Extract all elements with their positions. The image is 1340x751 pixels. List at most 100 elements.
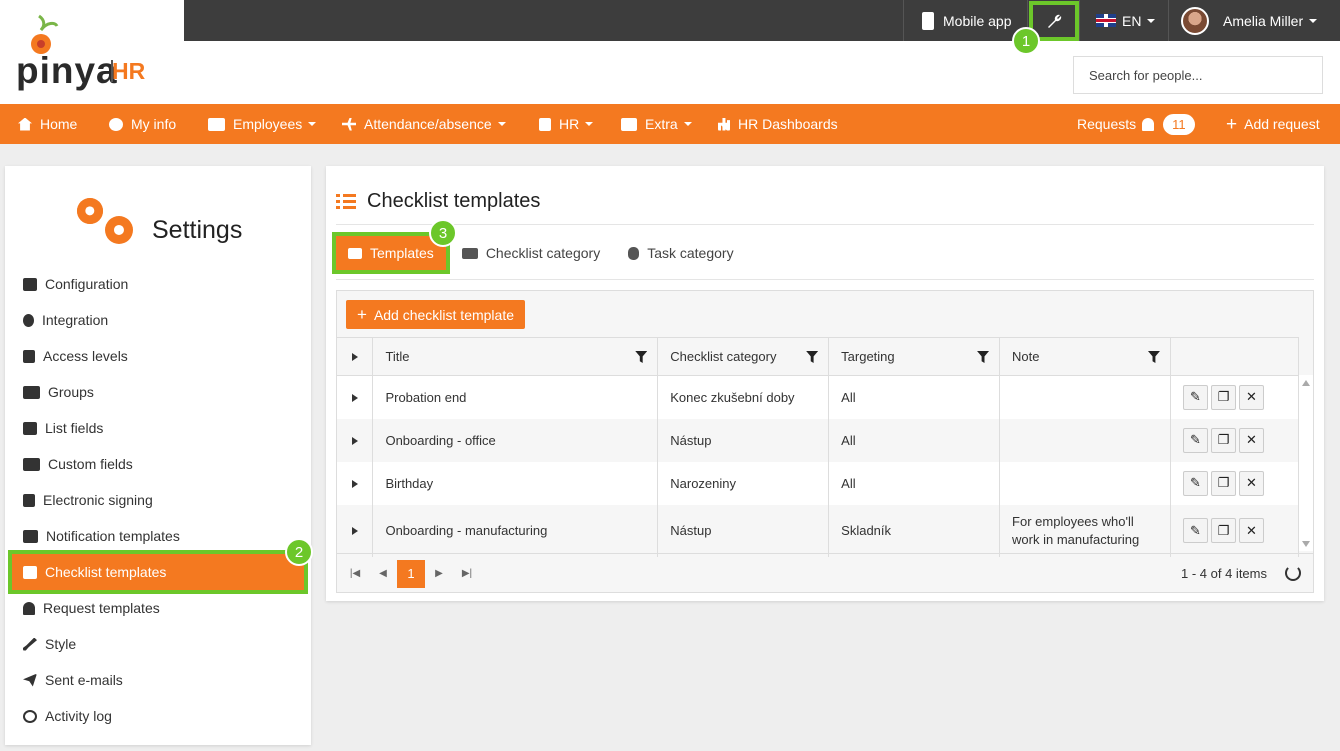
nav-extra[interactable]: Extra (621, 104, 692, 144)
delete-x-icon[interactable]: ✕ (1238, 427, 1264, 453)
sidebar-item-integration[interactable]: Integration (5, 302, 311, 338)
caret-right-icon (351, 436, 358, 445)
logo-brand: pinya (16, 50, 118, 91)
last-page-icon[interactable]: ▶| (453, 560, 481, 588)
cell-targeting: All (828, 461, 1001, 505)
row-expand-toggle[interactable] (337, 375, 374, 419)
edit-pencil-icon[interactable]: ✎ (1182, 384, 1208, 410)
edit-pencil-icon[interactable]: ✎ (1182, 470, 1208, 496)
column-header-actions (1170, 337, 1300, 376)
pinya-hr-logo[interactable]: pinya HR (15, 14, 175, 91)
next-page-icon[interactable]: ▶ (425, 560, 453, 588)
table-row: Probation end Konec zkušební doby All ✎ ❐… (337, 375, 1300, 419)
language-label: EN (1122, 12, 1142, 29)
edit-pencil-icon[interactable]: ✎ (1182, 518, 1208, 543)
column-label: Checklist category (670, 349, 777, 364)
column-header-title[interactable]: Title (372, 337, 659, 376)
callout-1: 1 (1012, 27, 1040, 55)
cell-targeting: All (828, 418, 1001, 462)
nav-hr-dashboards[interactable]: HR Dashboards (718, 104, 838, 144)
sign-icon (23, 493, 35, 507)
filter-icon[interactable] (806, 351, 819, 363)
mobile-app-link[interactable]: Mobile app (903, 0, 1027, 41)
cell-category: Narozeniny (657, 461, 830, 505)
sidebar-item-checklist-templates[interactable]: Checklist templates (8, 550, 308, 594)
cell-category: Nástup (657, 504, 830, 557)
row-expand-toggle[interactable] (337, 418, 374, 462)
cell-targeting: All (828, 375, 1001, 419)
sidebar-item-label: Configuration (45, 276, 129, 292)
tab-task-category[interactable]: Task category (616, 236, 745, 270)
nav-attendance[interactable]: Attendance/absence (342, 104, 506, 144)
page-title: Checklist templates (336, 190, 540, 213)
copy-icon[interactable]: ❐ (1210, 470, 1236, 496)
envelope-icon (23, 529, 38, 543)
row-expand-toggle[interactable] (337, 461, 374, 505)
uk-flag-icon (1096, 14, 1116, 27)
tab-checklist-category[interactable]: Checklist category (450, 236, 612, 270)
sidebar-item-groups[interactable]: Groups (5, 374, 311, 410)
sidebar-item-label: Groups (48, 384, 94, 400)
tab-templates[interactable]: Templates (332, 232, 450, 274)
add-checklist-template-button[interactable]: + Add checklist template (346, 300, 526, 329)
share-icon (23, 313, 34, 327)
chevron-down-icon (497, 122, 506, 126)
delete-x-icon[interactable]: ✕ (1238, 518, 1264, 543)
filter-icon[interactable] (1147, 351, 1160, 363)
mobile-phone-icon (922, 11, 934, 30)
delete-x-icon[interactable]: ✕ (1238, 470, 1264, 496)
sidebar-item-label: Integration (42, 312, 109, 328)
sidebar-item-sent-emails[interactable]: Sent e-mails (5, 662, 311, 698)
nav-my-info[interactable]: My info (109, 104, 176, 144)
scroll-down-arrow-icon[interactable] (1302, 541, 1310, 547)
nav-requests[interactable]: Requests 11 (1077, 104, 1195, 144)
user-menu[interactable]: Amelia Miller (1168, 0, 1340, 41)
filter-icon[interactable] (635, 351, 648, 363)
chevron-down-icon (308, 122, 317, 126)
sidebar-item-request-templates[interactable]: Request templates (5, 590, 311, 626)
grid-scrollbar[interactable] (1299, 375, 1313, 551)
page-number-current[interactable]: 1 (397, 559, 425, 588)
sidebar-item-style[interactable]: Style (5, 626, 311, 662)
column-header-note[interactable]: Note (999, 337, 1171, 376)
copy-icon[interactable]: ❐ (1210, 518, 1236, 543)
refresh-icon[interactable] (1285, 565, 1301, 581)
delete-x-icon[interactable]: ✕ (1238, 384, 1264, 410)
language-selector[interactable]: EN (1079, 0, 1169, 41)
column-header-checklist-category[interactable]: Checklist category (657, 337, 830, 376)
first-page-icon[interactable]: |◀ (341, 560, 369, 588)
chevron-down-icon (585, 122, 594, 126)
column-label: Targeting (841, 349, 895, 364)
nav-home[interactable]: Home (18, 104, 77, 144)
chevron-down-icon (683, 122, 692, 126)
nav-employees[interactable]: Employees (208, 104, 317, 144)
column-header-targeting[interactable]: Targeting (828, 337, 1001, 376)
user-name: Amelia Miller (1223, 12, 1304, 29)
copy-icon[interactable]: ❐ (1210, 384, 1236, 410)
sidebar-item-label: Notification templates (46, 528, 180, 544)
nav-hr[interactable]: HR (539, 104, 594, 144)
scroll-up-arrow-icon[interactable] (1302, 380, 1310, 386)
history-icon (23, 709, 37, 723)
brush-icon (23, 637, 37, 651)
sidebar-item-configuration[interactable]: Configuration (5, 266, 311, 302)
nav-add-request[interactable]: + Add request (1226, 104, 1320, 144)
id-card-icon (539, 117, 551, 131)
sidebar-item-list-fields[interactable]: List fields (5, 410, 311, 446)
sidebar-item-custom-fields[interactable]: Custom fields (5, 446, 311, 482)
edit-pencil-icon[interactable]: ✎ (1182, 427, 1208, 453)
prev-page-icon[interactable]: ◀ (369, 560, 397, 588)
row-expand-toggle[interactable] (337, 504, 374, 557)
copy-icon[interactable]: ❐ (1210, 427, 1236, 453)
sidebar-item-label: Checklist templates (45, 564, 167, 580)
sidebar-item-label: Activity log (45, 708, 112, 724)
expand-all-header[interactable] (337, 337, 374, 376)
sidebar-item-electronic-signing[interactable]: Electronic signing (5, 482, 311, 518)
search-people-input[interactable] (1073, 56, 1323, 94)
paper-plane-icon (23, 673, 37, 687)
sidebar-item-access-levels[interactable]: Access levels (5, 338, 311, 374)
cell-actions: ✎ ❐ ✕ (1170, 418, 1300, 462)
sidebar-item-activity-log[interactable]: Activity log (5, 698, 311, 734)
sidebar-item-notification-templates[interactable]: Notification templates (5, 518, 311, 554)
filter-icon[interactable] (977, 351, 990, 363)
